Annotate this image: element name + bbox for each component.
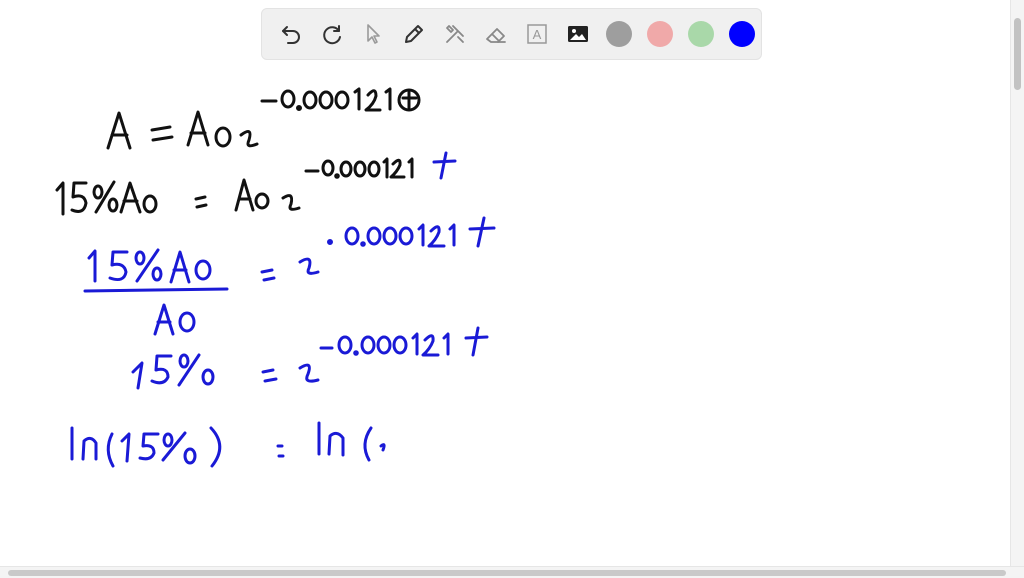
redo-icon (323, 25, 341, 45)
text-icon: A (527, 24, 547, 44)
equation-line-5 (70, 421, 386, 468)
horizontal-scrollbar[interactable] (0, 566, 1024, 578)
svg-text:A: A (533, 27, 542, 42)
shapes-tool-button[interactable] (438, 17, 472, 51)
text-tool-button[interactable]: A (520, 17, 554, 51)
cursor-icon (367, 24, 380, 44)
image-tool-button[interactable] (561, 17, 595, 51)
vertical-scrollbar-thumb[interactable] (1014, 18, 1021, 90)
color-swatch-blue[interactable] (729, 21, 755, 47)
color-swatch-gray[interactable] (606, 21, 632, 47)
color-swatch-green[interactable] (688, 21, 714, 47)
eraser-icon (486, 28, 506, 43)
equation-line-3-fraction (83, 216, 496, 336)
color-swatch-pink[interactable] (647, 21, 673, 47)
tools-icon (446, 25, 464, 43)
redo-button[interactable] (315, 17, 349, 51)
equation-line-1 (106, 87, 421, 150)
select-tool-button[interactable] (356, 17, 390, 51)
vertical-scrollbar[interactable] (1010, 0, 1024, 566)
pen-tool-button[interactable] (397, 17, 431, 51)
equation-line-4 (131, 326, 489, 390)
handwritten-work (55, 87, 496, 468)
equation-line-2 (55, 157, 414, 216)
eraser-tool-button[interactable] (479, 17, 513, 51)
image-icon (568, 26, 588, 42)
undo-button[interactable] (274, 17, 308, 51)
drawing-toolbar: A (261, 8, 762, 60)
whiteboard-canvas[interactable] (0, 62, 1010, 566)
pencil-icon (405, 25, 423, 43)
equation-line-2-t (432, 151, 457, 180)
undo-icon (282, 26, 300, 44)
horizontal-scrollbar-thumb[interactable] (8, 570, 1006, 576)
